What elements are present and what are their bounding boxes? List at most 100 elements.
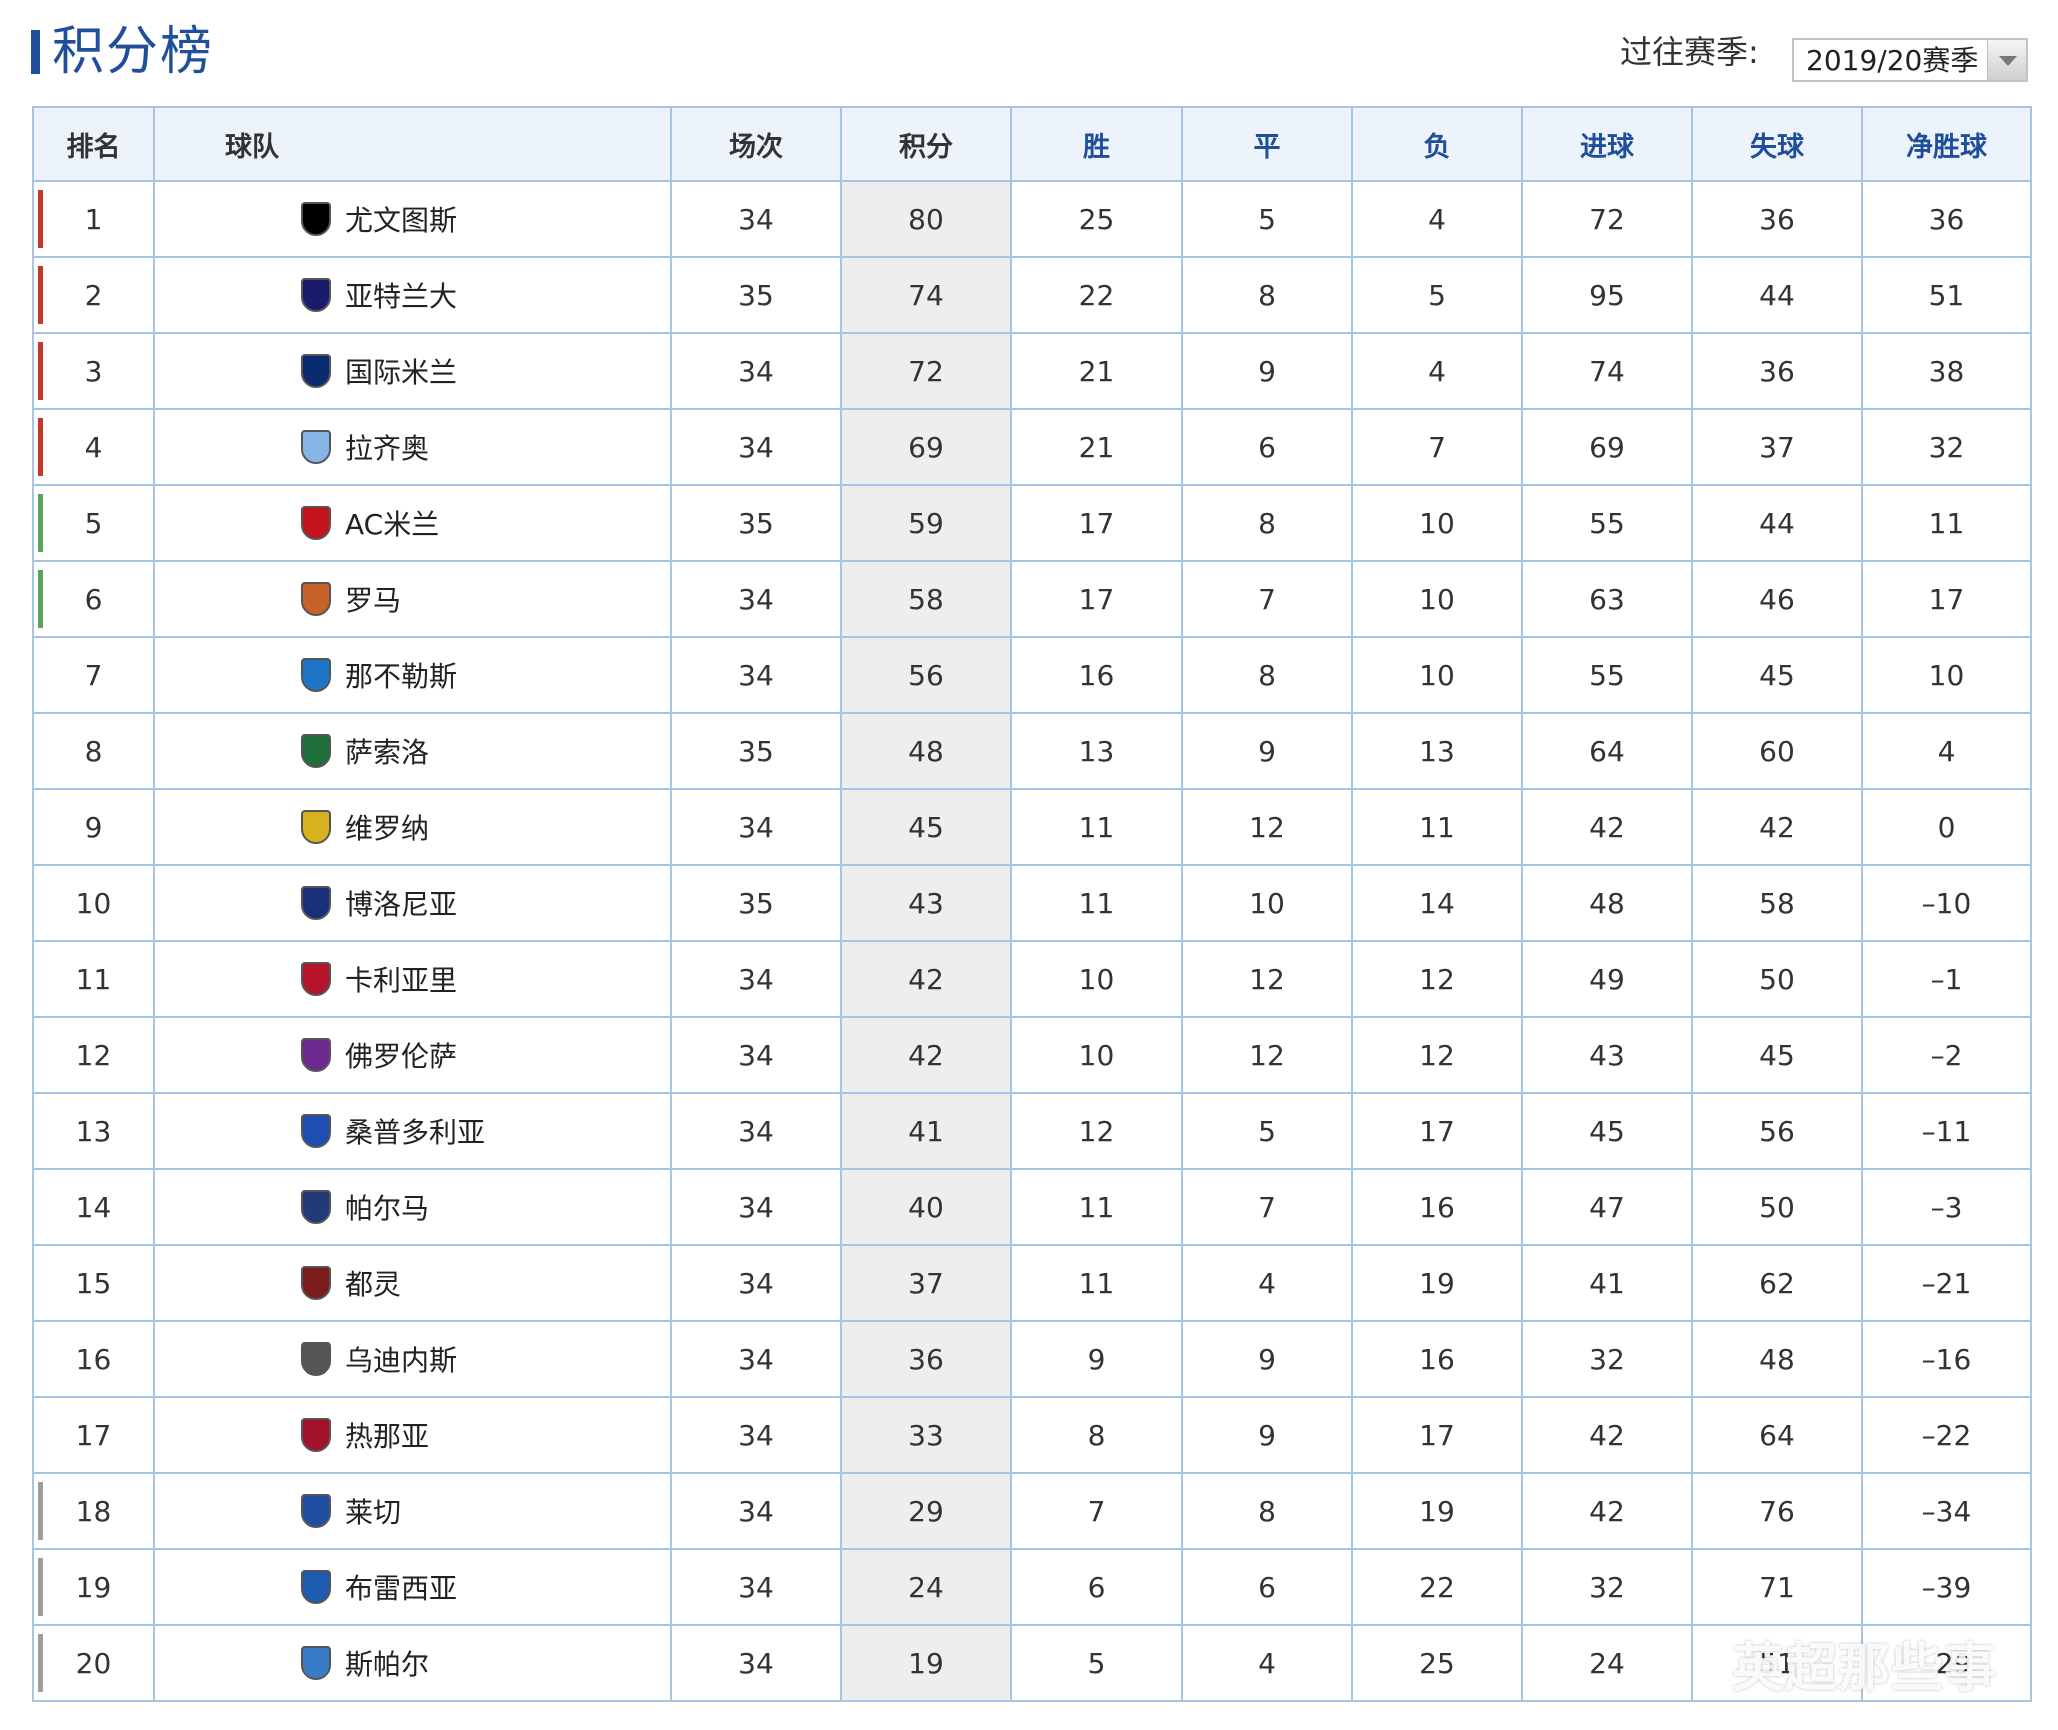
team-name[interactable]: 博洛尼亚 — [345, 888, 457, 921]
team-link[interactable]: 卡利亚里 — [301, 959, 457, 999]
team-link[interactable]: 斯帕尔 — [301, 1643, 429, 1683]
team-link[interactable]: 帕尔马 — [301, 1187, 429, 1227]
verona-crest-icon — [301, 810, 331, 844]
team-cell[interactable]: 维罗纳 — [153, 788, 672, 866]
team-cell[interactable]: 都灵 — [153, 1244, 672, 1322]
team-cell[interactable]: 博洛尼亚 — [153, 864, 672, 942]
team-link[interactable]: 维罗纳 — [301, 807, 429, 847]
team-link[interactable]: 热那亚 — [301, 1415, 429, 1455]
team-name[interactable]: 萨索洛 — [345, 736, 429, 769]
rank-cell: 14 — [32, 1168, 155, 1246]
team-link[interactable]: 拉齐奥 — [301, 427, 429, 467]
team-link[interactable]: 萨索洛 — [301, 731, 429, 771]
team-cell[interactable]: 斯帕尔 — [153, 1624, 672, 1702]
won-cell: 22 — [1010, 256, 1183, 334]
team-link[interactable]: 都灵 — [301, 1263, 401, 1303]
team-cell[interactable]: 罗马 — [153, 560, 672, 638]
udinese-crest-icon — [301, 1342, 331, 1376]
goals-against-cell: 46 — [1691, 560, 1863, 638]
goals-for-cell: 95 — [1521, 256, 1693, 334]
header-goal-difference: 净胜球 — [1861, 106, 2032, 182]
team-name[interactable]: 帕尔马 — [345, 1192, 429, 1225]
team-cell[interactable]: 热那亚 — [153, 1396, 672, 1474]
team-cell[interactable]: 尤文图斯 — [153, 180, 672, 258]
team-name[interactable]: 布雷西亚 — [345, 1572, 457, 1605]
team-name[interactable]: AC米兰 — [345, 508, 439, 541]
team-link[interactable]: 乌迪内斯 — [301, 1339, 457, 1379]
played-cell: 34 — [670, 788, 842, 866]
team-name[interactable]: 热那亚 — [345, 1420, 429, 1453]
goals-for-cell: 41 — [1521, 1244, 1693, 1322]
goals-for-cell: 42 — [1521, 1396, 1693, 1474]
team-name[interactable]: 尤文图斯 — [345, 204, 457, 237]
goal-difference-cell: –1 — [1861, 940, 2032, 1018]
team-link[interactable]: 尤文图斯 — [301, 199, 457, 239]
team-name[interactable]: 斯帕尔 — [345, 1648, 429, 1681]
played-cell: 34 — [670, 332, 842, 410]
rank-value: 11 — [75, 962, 112, 996]
goal-difference-cell: 51 — [1861, 256, 2032, 334]
lost-cell: 4 — [1351, 332, 1523, 410]
team-cell[interactable]: 亚特兰大 — [153, 256, 672, 334]
team-link[interactable]: 国际米兰 — [301, 351, 457, 391]
goal-difference-cell: –10 — [1861, 864, 2032, 942]
team-cell[interactable]: 拉齐奥 — [153, 408, 672, 486]
goals-against-cell: 62 — [1691, 1244, 1863, 1322]
goals-for-cell: 42 — [1521, 1472, 1693, 1550]
table-row: 7 那不勒斯 34 56 16 8 10 55 45 10 — [32, 636, 2032, 714]
drawn-cell: 6 — [1181, 1548, 1353, 1626]
season-select-value: 2019/20赛季 — [1806, 44, 1979, 77]
drawn-cell: 12 — [1181, 940, 1353, 1018]
team-cell[interactable]: 帕尔马 — [153, 1168, 672, 1246]
team-name[interactable]: 卡利亚里 — [345, 964, 457, 997]
goals-against-cell: 45 — [1691, 636, 1863, 714]
team-name[interactable]: 维罗纳 — [345, 812, 429, 845]
team-link[interactable]: 亚特兰大 — [301, 275, 457, 315]
team-name[interactable]: 都灵 — [345, 1268, 401, 1301]
team-name[interactable]: 莱切 — [345, 1496, 401, 1529]
team-cell[interactable]: 萨索洛 — [153, 712, 672, 790]
team-cell[interactable]: 卡利亚里 — [153, 940, 672, 1018]
lost-cell: 16 — [1351, 1168, 1523, 1246]
drawn-cell: 8 — [1181, 636, 1353, 714]
team-link[interactable]: 布雷西亚 — [301, 1567, 457, 1607]
rank-cell: 15 — [32, 1244, 155, 1322]
team-link[interactable]: 桑普多利亚 — [301, 1111, 485, 1151]
team-link[interactable]: 佛罗伦萨 — [301, 1035, 457, 1075]
team-cell[interactable]: 莱切 — [153, 1472, 672, 1550]
team-cell[interactable]: AC米兰 — [153, 484, 672, 562]
team-name[interactable]: 罗马 — [345, 584, 401, 617]
team-name[interactable]: 国际米兰 — [345, 356, 457, 389]
points-cell: 45 — [840, 788, 1012, 866]
team-name[interactable]: 那不勒斯 — [345, 660, 457, 693]
team-cell[interactable]: 桑普多利亚 — [153, 1092, 672, 1170]
team-link[interactable]: 莱切 — [301, 1491, 401, 1531]
season-select[interactable]: 2019/20赛季 — [1792, 38, 2028, 82]
rank-cell: 5 — [32, 484, 155, 562]
lost-cell: 12 — [1351, 1016, 1523, 1094]
won-cell: 13 — [1010, 712, 1183, 790]
team-link[interactable]: 博洛尼亚 — [301, 883, 457, 923]
table-row: 9 维罗纳 34 45 11 12 11 42 42 0 — [32, 788, 2032, 866]
team-name[interactable]: 拉齐奥 — [345, 432, 429, 465]
team-cell[interactable]: 那不勒斯 — [153, 636, 672, 714]
team-name[interactable]: 乌迪内斯 — [345, 1344, 457, 1377]
team-cell[interactable]: 佛罗伦萨 — [153, 1016, 672, 1094]
team-cell[interactable]: 布雷西亚 — [153, 1548, 672, 1626]
team-cell[interactable]: 国际米兰 — [153, 332, 672, 410]
goals-for-cell: 69 — [1521, 408, 1693, 486]
team-link[interactable]: 那不勒斯 — [301, 655, 457, 695]
won-cell: 9 — [1010, 1320, 1183, 1398]
lost-cell: 10 — [1351, 636, 1523, 714]
chevron-down-icon[interactable] — [1987, 40, 2026, 80]
team-link[interactable]: 罗马 — [301, 579, 401, 619]
goal-difference-cell: –3 — [1861, 1168, 2032, 1246]
drawn-cell: 10 — [1181, 864, 1353, 942]
rank-value: 20 — [75, 1646, 112, 1680]
team-name[interactable]: 桑普多利亚 — [345, 1116, 485, 1149]
team-cell[interactable]: 乌迪内斯 — [153, 1320, 672, 1398]
team-name[interactable]: 佛罗伦萨 — [345, 1040, 457, 1073]
sassuolo-crest-icon — [301, 734, 331, 768]
team-name[interactable]: 亚特兰大 — [345, 280, 457, 313]
team-link[interactable]: AC米兰 — [301, 503, 439, 543]
